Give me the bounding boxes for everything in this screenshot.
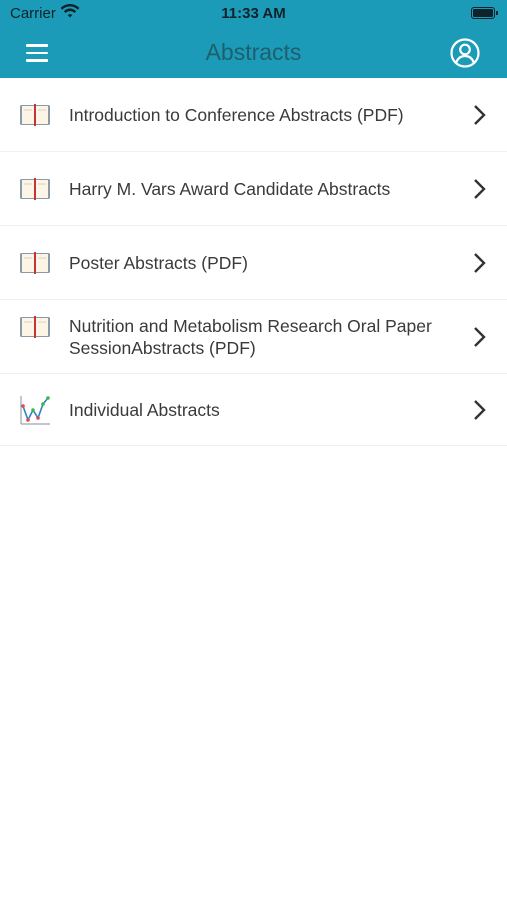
book-icon (20, 103, 50, 126)
status-bar: Carrier 11:33 AM (0, 0, 507, 28)
list-item-label: Poster Abstracts (PDF) (69, 252, 248, 273)
list-item-label: Introduction to Conference Abstracts (PD… (69, 104, 404, 125)
list-item-label: Individual Abstracts (69, 399, 220, 420)
abstracts-list: Introduction to Conference Abstracts (PD… (0, 78, 507, 446)
list-item-individual[interactable]: Individual Abstracts (0, 374, 507, 446)
chevron-right-icon (474, 399, 486, 420)
list-item-nutrition[interactable]: Nutrition and Metabolism Research Oral P… (0, 300, 507, 374)
book-icon (20, 177, 50, 200)
chevron-right-icon (474, 104, 486, 125)
battery-icon (471, 7, 498, 19)
list-item-label: Harry M. Vars Award Candidate Abstracts (69, 178, 391, 199)
list-item-label: Nutrition and Metabolism Research Oral P… (69, 315, 432, 358)
profile-icon[interactable] (449, 37, 481, 69)
nav-bar: Abstracts (0, 28, 507, 78)
chevron-right-icon (474, 178, 486, 199)
page-title: Abstracts (205, 39, 302, 65)
list-item-introduction[interactable]: Introduction to Conference Abstracts (PD… (0, 78, 507, 152)
chart-icon (20, 395, 50, 425)
book-icon (20, 316, 50, 338)
chevron-right-icon (474, 326, 486, 347)
chevron-right-icon (474, 252, 486, 273)
list-item-poster[interactable]: Poster Abstracts (PDF) (0, 226, 507, 300)
app-header: Carrier 11:33 AM Abstracts (0, 0, 507, 78)
status-time: 11:33 AM (221, 5, 286, 22)
list-item-vars-award[interactable]: Harry M. Vars Award Candidate Abstracts (0, 152, 507, 226)
book-icon (20, 251, 50, 274)
